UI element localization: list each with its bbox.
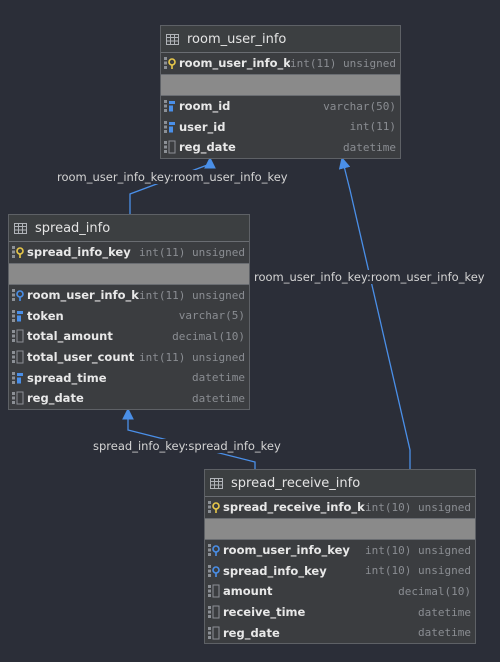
column-type: datetime (418, 626, 471, 640)
column-name: room_user_info_key (179, 56, 291, 71)
column-icon (12, 350, 24, 364)
section-separator (9, 263, 249, 285)
section-separator (161, 74, 400, 96)
column-row[interactable]: spread_time datetime (9, 367, 249, 388)
column-type: int(10) unsigned (365, 500, 471, 514)
column-type: int(11) unsigned (139, 350, 245, 364)
column-row-pk[interactable]: spread_info_key int(11) unsigned (9, 242, 249, 264)
column-row[interactable]: reg_date datetime (9, 388, 249, 409)
column-name: spread_info_key (27, 245, 131, 260)
table-name: spread_receive_info (231, 475, 361, 491)
table-icon (210, 477, 223, 489)
column-name: receive_time (223, 605, 306, 620)
primary-key-icon (164, 57, 176, 70)
column-icon (12, 329, 24, 343)
column-name: room_user_info_key (223, 543, 350, 558)
column-type: varchar(50) (323, 99, 396, 113)
column-type: int(11) (349, 120, 396, 134)
primary-key-icon (208, 501, 220, 514)
column-row[interactable]: total_user_count int(11) unsigned (9, 347, 249, 368)
column-name: reg_date (223, 625, 280, 640)
column-type: int(11) unsigned (290, 56, 396, 70)
column-icon (164, 140, 176, 154)
index-column-icon (12, 309, 23, 322)
column-row[interactable]: spread_info_key int(10) unsigned (205, 560, 475, 581)
column-row[interactable]: amount decimal(10) (205, 581, 475, 602)
relation-line-spread-receive-to-room-user-info[interactable] (338, 156, 411, 469)
index-column-icon (164, 100, 175, 113)
column-name: user_id (179, 119, 226, 134)
table-name: room_user_info (187, 31, 287, 47)
relation-label: room_user_info_key:room_user_info_key (56, 170, 289, 184)
column-type: datetime (343, 140, 396, 154)
column-row[interactable]: total_amount decimal(10) (9, 326, 249, 347)
foreign-key-icon (208, 564, 220, 577)
table-icon (14, 222, 27, 234)
column-icon (12, 391, 24, 405)
table-room-user-info[interactable]: room_user_info room_user_info_key int(11… (160, 25, 401, 159)
column-type: datetime (418, 605, 471, 619)
column-type: int(11) unsigned (139, 245, 245, 259)
column-row[interactable]: reg_date datetime (205, 622, 475, 643)
foreign-key-icon (208, 544, 220, 557)
table-header[interactable]: spread_info (9, 215, 249, 242)
column-icon (208, 626, 220, 640)
column-name: token (27, 308, 64, 323)
column-row[interactable]: room_user_info_key int(11) unsigned (9, 285, 249, 306)
column-row[interactable]: room_id varchar(50) (161, 96, 400, 117)
section-separator (205, 518, 475, 540)
column-type: decimal(10) (398, 584, 471, 598)
column-type: int(10) unsigned (365, 543, 471, 557)
column-row[interactable]: receive_time datetime (205, 602, 475, 623)
index-column-icon (12, 371, 23, 384)
column-type: datetime (192, 371, 245, 385)
column-icon (208, 605, 220, 619)
column-name: room_user_info_key (27, 288, 139, 303)
column-type: decimal(10) (172, 329, 245, 343)
table-name: spread_info (35, 220, 111, 236)
table-spread-receive-info[interactable]: spread_receive_info spread_receive_info_… (204, 469, 476, 645)
column-type: varchar(5) (178, 309, 245, 323)
column-row-pk[interactable]: spread_receive_info_key int(10) unsigned (205, 497, 475, 519)
table-header[interactable]: spread_receive_info (205, 470, 475, 497)
column-row[interactable]: user_id int(11) (161, 116, 400, 137)
column-name: spread_receive_info_key (223, 500, 366, 515)
column-type: int(11) unsigned (139, 288, 245, 302)
relation-label: spread_info_key:spread_info_key (92, 439, 282, 453)
column-row-pk[interactable]: room_user_info_key int(11) unsigned (161, 53, 400, 75)
column-name: reg_date (27, 391, 84, 406)
column-name: total_user_count (27, 350, 135, 365)
relation-label: room_user_info_key:room_user_info_key (253, 270, 486, 284)
table-spread-info[interactable]: spread_info spread_info_key int(11) unsi… (8, 214, 250, 410)
column-row[interactable]: token varchar(5) (9, 305, 249, 326)
table-icon (166, 33, 179, 45)
table-header[interactable]: room_user_info (161, 26, 400, 53)
relation-line-spread-info-to-room-user-info[interactable] (129, 156, 216, 214)
foreign-key-icon (12, 289, 24, 302)
column-icon (208, 584, 220, 598)
primary-key-icon (12, 246, 24, 259)
column-type: int(10) unsigned (365, 564, 471, 578)
column-name: spread_time (27, 370, 107, 385)
column-name: spread_info_key (223, 563, 327, 578)
index-column-icon (164, 120, 175, 133)
column-row[interactable]: reg_date datetime (161, 137, 400, 158)
column-name: amount (223, 584, 273, 599)
column-name: room_id (179, 99, 231, 114)
column-name: total_amount (27, 329, 113, 344)
column-type: datetime (192, 391, 245, 405)
column-name: reg_date (179, 140, 236, 155)
column-row[interactable]: room_user_info_key int(10) unsigned (205, 540, 475, 561)
